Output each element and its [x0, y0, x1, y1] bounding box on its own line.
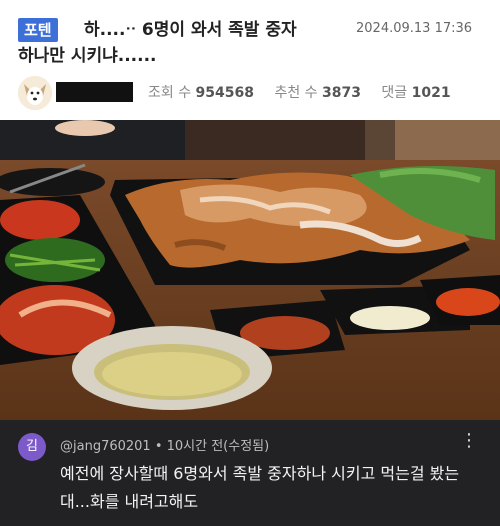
views-label: 조회 수 — [148, 85, 192, 101]
views-count: 954568 — [195, 85, 254, 101]
votes-label: 추천 수 — [274, 85, 318, 101]
author-avatar-dog-icon[interactable] — [18, 76, 52, 110]
author-name-redacted — [56, 82, 133, 102]
post-date: 2024.09.13 17:36 — [356, 21, 473, 36]
category-badge[interactable]: 포텐 — [18, 18, 58, 42]
comments-label: 댓글 — [381, 85, 408, 101]
post-title-line2: 하나만 시키냐...... — [18, 46, 157, 66]
post-photo — [0, 120, 500, 420]
more-options-icon[interactable]: ⋮ — [460, 432, 478, 450]
comments-count: 1021 — [411, 85, 451, 101]
post-title: 하....ᐧᐧ 6명이 와서 족발 중자 — [84, 20, 297, 40]
comment-text: 예전에 장사할때 6명와서 족발 중자하나 시키고 먹는걸 봤는대...화를 내… — [60, 464, 460, 511]
votes-count: 3873 — [322, 85, 361, 101]
commenter-avatar[interactable]: 김 — [18, 433, 46, 461]
comment-meta: @jang760201 • 10시간 전(수정됨) — [60, 439, 270, 454]
post-stats: 조회 수 954568 추천 수 3873 댓글 1021 — [148, 82, 451, 102]
